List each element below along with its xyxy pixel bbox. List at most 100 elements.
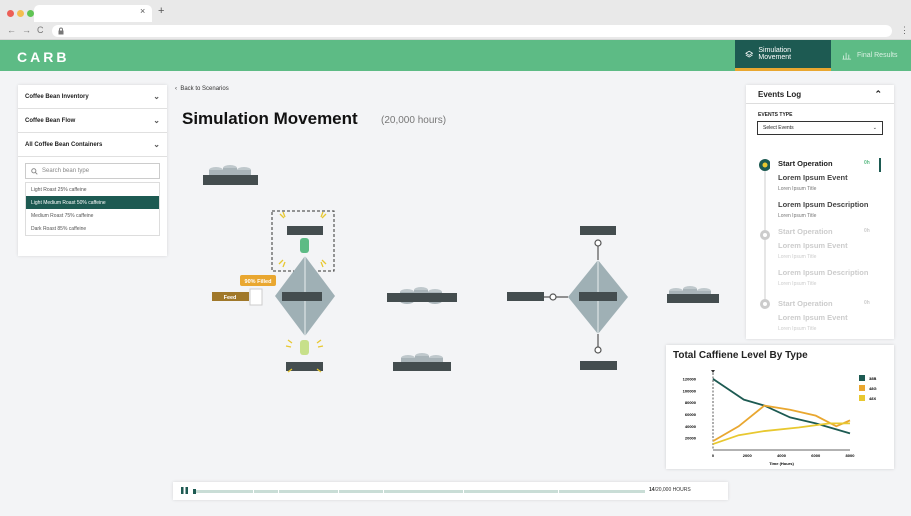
green-bean-container[interactable]: [300, 238, 309, 253]
chevron-up-icon: ⌃: [874, 88, 882, 99]
chevron-down-icon: ⌄: [153, 140, 160, 149]
event-title: Loren Ipsum Title: [778, 186, 817, 192]
logo: CARB: [17, 49, 70, 65]
browser-menu-icon[interactable]: ⋮: [900, 25, 909, 36]
event-time: 0h: [864, 300, 870, 306]
x-tick-label: 2000: [743, 453, 753, 458]
event-name: Lorem Ipsum Event: [778, 173, 848, 182]
timeline-scrubber[interactable]: [193, 489, 645, 494]
filter-sidebar: Coffee Bean Inventory ⌄ Coffee Bean Flow ⌄…: [18, 85, 167, 256]
nav-label: Final Results: [857, 52, 898, 59]
event-operation[interactable]: Start Operation: [778, 299, 833, 308]
container-label-bar: [580, 226, 616, 235]
page-title: Simulation Movement: [182, 109, 358, 128]
tab-close-icon[interactable]: ×: [140, 6, 145, 16]
list-item[interactable]: Medium Roast 75% caffeine: [26, 209, 159, 222]
valve-node[interactable]: [594, 346, 602, 354]
pause-icon[interactable]: [181, 487, 189, 495]
events-log-panel: Events Log ⌃ EVENTS TYPE Select Events ⌄…: [746, 85, 894, 339]
list-item-selected[interactable]: Light Medium Roast 50% caffeine: [26, 196, 159, 209]
storage-bins[interactable]: [667, 286, 719, 303]
reload-icon[interactable]: C: [37, 25, 44, 35]
fill-badge-text: 90% Filled: [245, 279, 272, 285]
x-tick-label: 8000: [846, 453, 856, 458]
caffeine-line-chart: 20000 40000 60000 80000 100000 120000 0 2000 400…: [683, 370, 877, 466]
timeline-scroll-indicator[interactable]: [879, 158, 881, 172]
address-bar[interactable]: [52, 25, 892, 37]
event-description: Lorem Ipsum Description: [778, 268, 869, 277]
legend-label: 48X: [869, 396, 876, 401]
storage-bins[interactable]: [203, 165, 258, 185]
y-tick-label: 20000: [685, 436, 697, 441]
browser-tab[interactable]: [34, 5, 152, 22]
accordion-label: Coffee Bean Inventory: [25, 93, 89, 100]
simulation-canvas: 90% Filled Feed: [203, 165, 719, 373]
accordion-inventory[interactable]: Coffee Bean Inventory ⌄: [18, 85, 167, 109]
accordion-flow[interactable]: Coffee Bean Flow ⌄: [18, 109, 167, 133]
valve-node[interactable]: [549, 293, 557, 301]
page-subtitle: (20,000 hours): [381, 115, 447, 126]
event-title: Loren Ipsum Title: [778, 213, 817, 219]
feed-text: Feed: [224, 295, 237, 301]
container-label-bar: [287, 226, 323, 235]
lock-icon: [58, 27, 64, 35]
search-icon: [31, 167, 38, 175]
events-log-header[interactable]: Events Log ⌃: [746, 85, 894, 104]
timeline-track: [759, 159, 770, 309]
minimize-window-icon[interactable]: [17, 10, 24, 17]
event-name: Lorem Ipsum Event: [778, 313, 848, 322]
events-type-select[interactable]: Select Events ⌄: [757, 121, 883, 135]
storage-bins[interactable]: [393, 353, 451, 371]
bean-search-input[interactable]: Search bean type: [25, 163, 160, 179]
series-line-38B: [712, 378, 851, 435]
light-bean-container[interactable]: [300, 340, 309, 355]
feed-cup[interactable]: [249, 288, 263, 306]
legend-swatch: [859, 375, 865, 381]
back-arrow-icon[interactable]: ←: [7, 25, 16, 35]
chevron-down-icon: ⌄: [153, 116, 160, 125]
output-label-bar: [580, 361, 617, 370]
chevron-down-icon: ⌄: [872, 125, 877, 131]
maximize-window-icon[interactable]: [27, 10, 34, 17]
storage-bins[interactable]: [387, 287, 457, 304]
app-header: CARB Simulation Movement Final Results: [0, 40, 911, 71]
valve-node[interactable]: [594, 239, 602, 247]
x-axis-label: Time (Hours): [769, 461, 794, 466]
player-time: 14/20,000 HOURS: [649, 487, 691, 493]
close-window-icon[interactable]: [7, 10, 14, 17]
y-tick-label: 60000: [685, 412, 697, 417]
nav-label: Simulation Movement: [758, 47, 792, 61]
accordion-label: All Coffee Bean Containers: [25, 141, 103, 148]
list-item[interactable]: Dark Roast 85% caffeine: [26, 222, 159, 235]
event-time: 0h: [864, 160, 870, 166]
layers-icon: [745, 50, 754, 57]
caffeine-chart-panel: Total Caffiene Level By Type 20000 40000 6…: [666, 345, 894, 469]
x-tick-label: 6000: [811, 453, 821, 458]
event-title: Loren Ipsum Title: [778, 254, 817, 260]
event-description: Lorem Ipsum Description: [778, 200, 869, 209]
y-tick-label: 100000: [683, 388, 697, 393]
legend-swatch: [859, 385, 865, 391]
nav-final-results[interactable]: Final Results: [832, 40, 911, 71]
new-tab-icon[interactable]: +: [158, 5, 164, 17]
forward-arrow-icon[interactable]: →: [22, 25, 31, 35]
events-log-title: Events Log: [758, 89, 802, 99]
bar-chart-icon: [842, 52, 852, 60]
nav-simulation-movement[interactable]: Simulation Movement: [735, 40, 831, 71]
event-operation[interactable]: Start Operation: [778, 227, 833, 236]
legend-swatch: [859, 395, 865, 401]
legend-label: 38B: [869, 376, 876, 381]
list-item[interactable]: Light Roast 25% caffeine: [26, 183, 159, 196]
search-placeholder: Search bean type: [42, 168, 90, 174]
scrubber-handle[interactable]: [193, 489, 196, 494]
mixer-label-bar: [579, 292, 617, 301]
event-operation[interactable]: Start Operation: [778, 159, 833, 168]
event-name: Lorem Ipsum Event: [778, 241, 848, 250]
total-hours: /20,000 HOURS: [654, 487, 691, 493]
timeline-player: 14/20,000 HOURS: [173, 482, 728, 500]
select-value: Select Events: [763, 125, 794, 131]
browser-chrome: × + ← → C ⋮: [0, 0, 911, 40]
event-time: 0h: [864, 228, 870, 234]
back-link[interactable]: ‹ Back to Scenarios: [175, 86, 229, 92]
accordion-containers[interactable]: All Coffee Bean Containers ⌄: [18, 133, 167, 157]
